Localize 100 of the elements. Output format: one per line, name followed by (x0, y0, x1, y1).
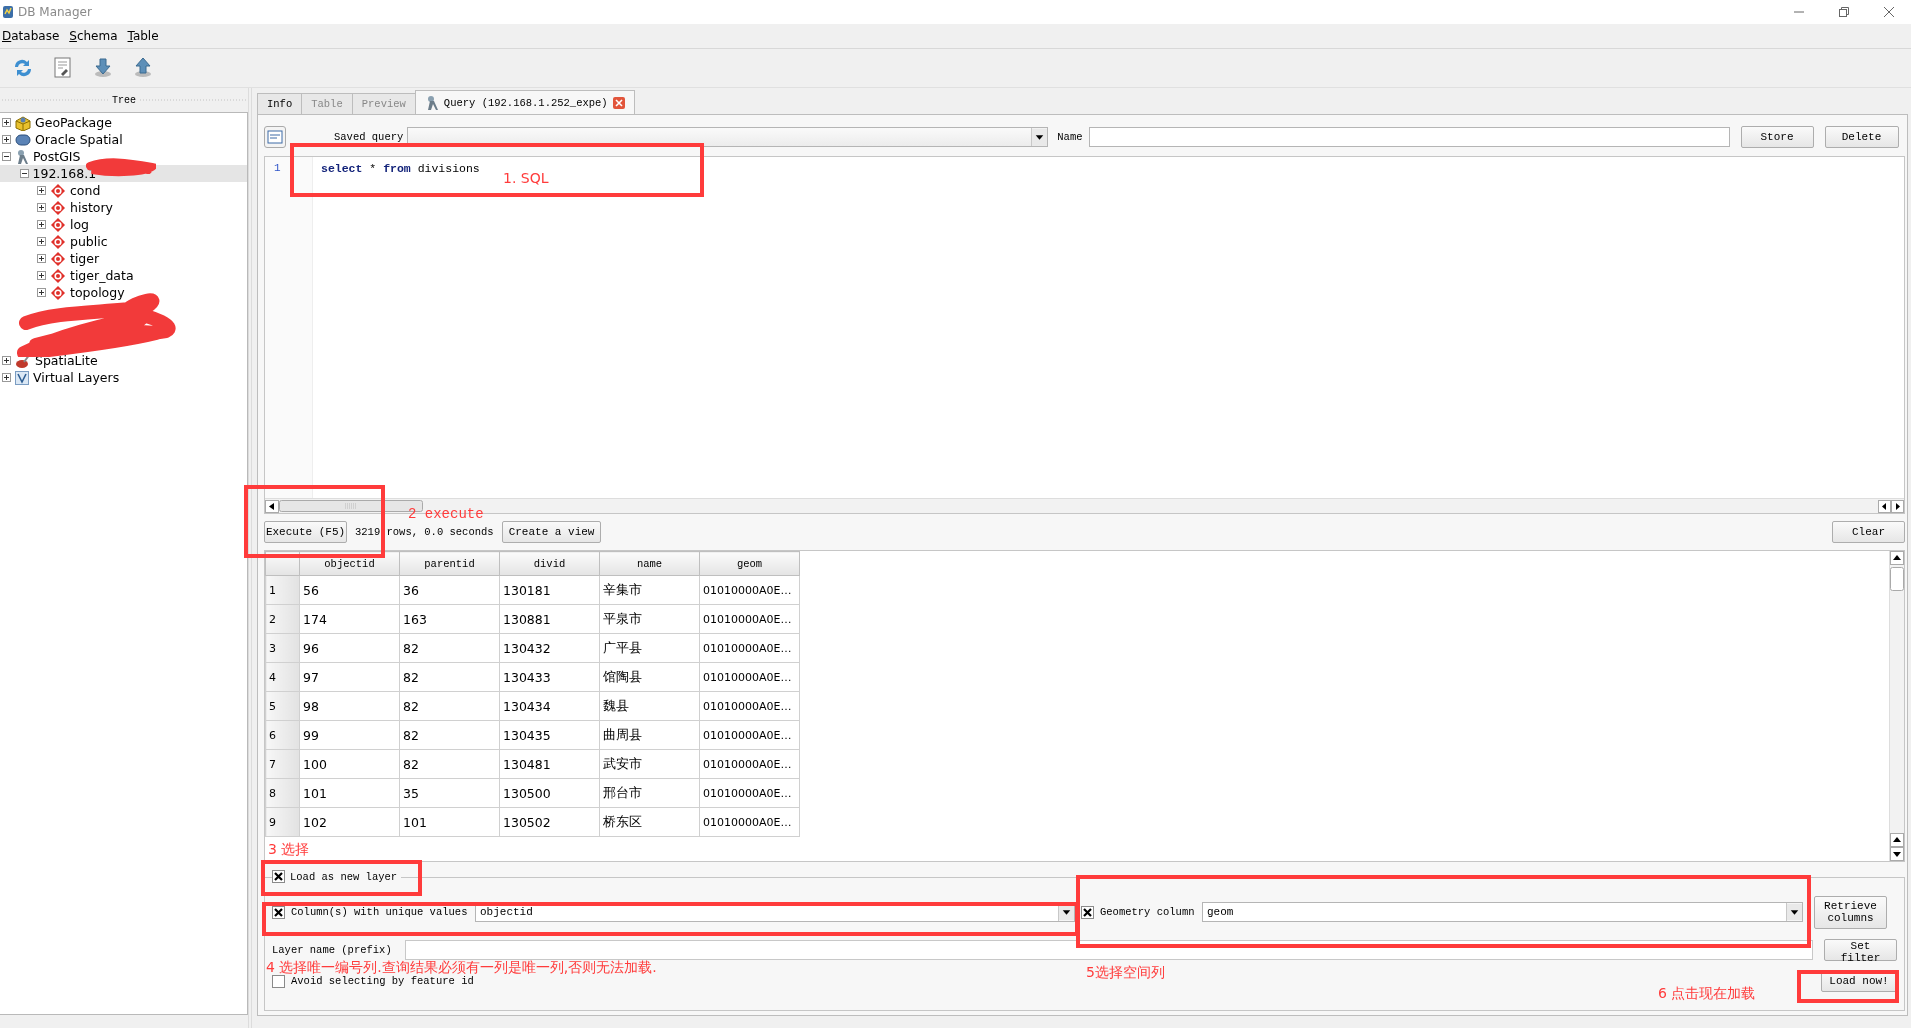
table-cell: 魏县 (599, 691, 700, 721)
table-cell: 82 (399, 662, 500, 692)
table-cell: 163 (399, 604, 500, 634)
table-cell: 桥东区 (599, 807, 700, 837)
sql-icon (267, 130, 283, 144)
table-cell: 130434 (499, 691, 600, 721)
table-cell: 82 (399, 749, 500, 779)
table-cell: 曲周县 (599, 720, 700, 750)
checkbox[interactable] (1081, 905, 1094, 919)
checkbox[interactable] (272, 870, 285, 883)
execute-button[interactable]: Execute (F5) (264, 521, 347, 543)
name-label: Name (1057, 131, 1083, 143)
tree-item-label: log (70, 217, 90, 232)
schema-icon (50, 250, 66, 267)
tree-item[interactable]: GeoPackage (0, 114, 247, 131)
row-number: 4 (265, 662, 300, 692)
tab[interactable]: Query (192.168.1.252_expe) (414, 90, 635, 114)
tree-item-label: cond (70, 183, 101, 198)
tree-item[interactable]: cond (0, 182, 247, 199)
tree-item-label: PostGIS (33, 149, 81, 164)
document-icon (52, 57, 74, 79)
panel-title: Tree (108, 94, 140, 106)
table-cell: 辛集市 (599, 575, 700, 605)
table-cell: 130881 (499, 604, 600, 634)
tree-item-label: public (70, 234, 108, 249)
menu-item[interactable]: Table (125, 29, 165, 43)
row-number: 7 (265, 749, 300, 779)
tree-item-label: history (70, 200, 113, 215)
menu-item[interactable]: Schema (67, 29, 124, 43)
delete-button[interactable]: Delete (1824, 126, 1899, 148)
tree-item[interactable]: public (0, 233, 247, 250)
table-cell: 130435 (499, 720, 600, 750)
table-cell: 130181 (499, 575, 600, 605)
export-icon (132, 57, 154, 79)
tree-item-label: topology (70, 285, 125, 300)
cylinder-icon (15, 131, 31, 148)
row-number: 2 (265, 604, 300, 634)
name-field[interactable] (1088, 127, 1730, 147)
v-layer-icon (15, 370, 29, 385)
close-icon (1883, 7, 1894, 17)
layer-name-label: Layer name (prefix) (272, 944, 393, 956)
menu-item[interactable]: Database (0, 29, 66, 43)
saved-query-dropdown[interactable] (407, 127, 1049, 147)
tree-item-label: GeoPackage (35, 115, 112, 130)
code-line: select* from divisions (321, 162, 480, 175)
import-icon (92, 57, 114, 79)
table-cell: 130432 (499, 633, 600, 663)
column-header[interactable]: name (599, 551, 700, 576)
tab[interactable]: Info (257, 93, 303, 114)
clear-button[interactable]: Clear (1832, 521, 1905, 543)
table-cell: 82 (399, 633, 500, 663)
checkbox[interactable] (272, 974, 285, 988)
tree-item[interactable]: log (0, 216, 247, 233)
column-header[interactable]: geom (699, 551, 800, 576)
load-as-layer-label: Load as new layer (290, 870, 398, 883)
tree-item[interactable]: Virtual Layers (0, 369, 247, 386)
annotation-text: 3 选择 (268, 841, 310, 857)
table-cell: 01010000A0E… (699, 749, 800, 779)
table-cell: 102 (299, 807, 400, 837)
retrieve-columns-button[interactable]: Retrieve columns (1814, 895, 1887, 929)
tree-item[interactable]: history (0, 199, 247, 216)
create-view-button[interactable]: Create a view (501, 521, 602, 543)
annotation-text: 1. SQL (503, 170, 549, 186)
line-number: 1 (274, 162, 282, 174)
dropdown-arrow-icon (1786, 903, 1802, 921)
table-cell: 广平县 (599, 633, 700, 663)
unique-columns-label: Column(s) with unique values (291, 906, 469, 918)
cross-icon (1083, 907, 1092, 917)
table-cell: 01010000A0E… (699, 633, 800, 663)
table-cell: 99 (299, 720, 400, 750)
table-cell: 01010000A0E… (699, 604, 800, 634)
schema-icon (50, 216, 66, 233)
schema-icon (50, 182, 66, 199)
geometry-column-dropdown[interactable]: geom (1202, 902, 1803, 922)
column-header[interactable]: divid (499, 551, 600, 576)
table-cell: 01010000A0E… (699, 807, 800, 837)
cross-icon (274, 907, 283, 917)
column-header[interactable]: parentid (399, 551, 500, 576)
schema-icon (50, 284, 66, 301)
close-tab-button[interactable] (612, 96, 625, 109)
tree-item[interactable]: PostGIS (0, 148, 247, 165)
row-number: 5 (265, 691, 300, 721)
sql-button[interactable] (264, 126, 286, 148)
store-button[interactable]: Store (1740, 126, 1814, 148)
table-cell: 174 (299, 604, 400, 634)
set-filter-button[interactable]: Set filter (1824, 939, 1897, 961)
tree-item[interactable]: Oracle Spatial (0, 131, 247, 148)
saved-query-label: Saved query (334, 131, 404, 143)
vertical-scrollbar[interactable] (1889, 551, 1904, 861)
table-cell: 130500 (499, 778, 600, 808)
window-title: DB Manager (18, 5, 92, 19)
tree-item[interactable]: tiger_data (0, 267, 247, 284)
table-cell: 馆陶县 (599, 662, 700, 692)
tree-item[interactable]: topology (0, 284, 247, 301)
tree-item-label: tiger_data (70, 268, 134, 283)
tree-item[interactable]: tiger (0, 250, 247, 267)
table-cell: 35 (399, 778, 500, 808)
row-number: 8 (265, 778, 300, 808)
table-cell: 100 (299, 749, 400, 779)
tree-item[interactable]: SpatiaLite (0, 352, 247, 369)
